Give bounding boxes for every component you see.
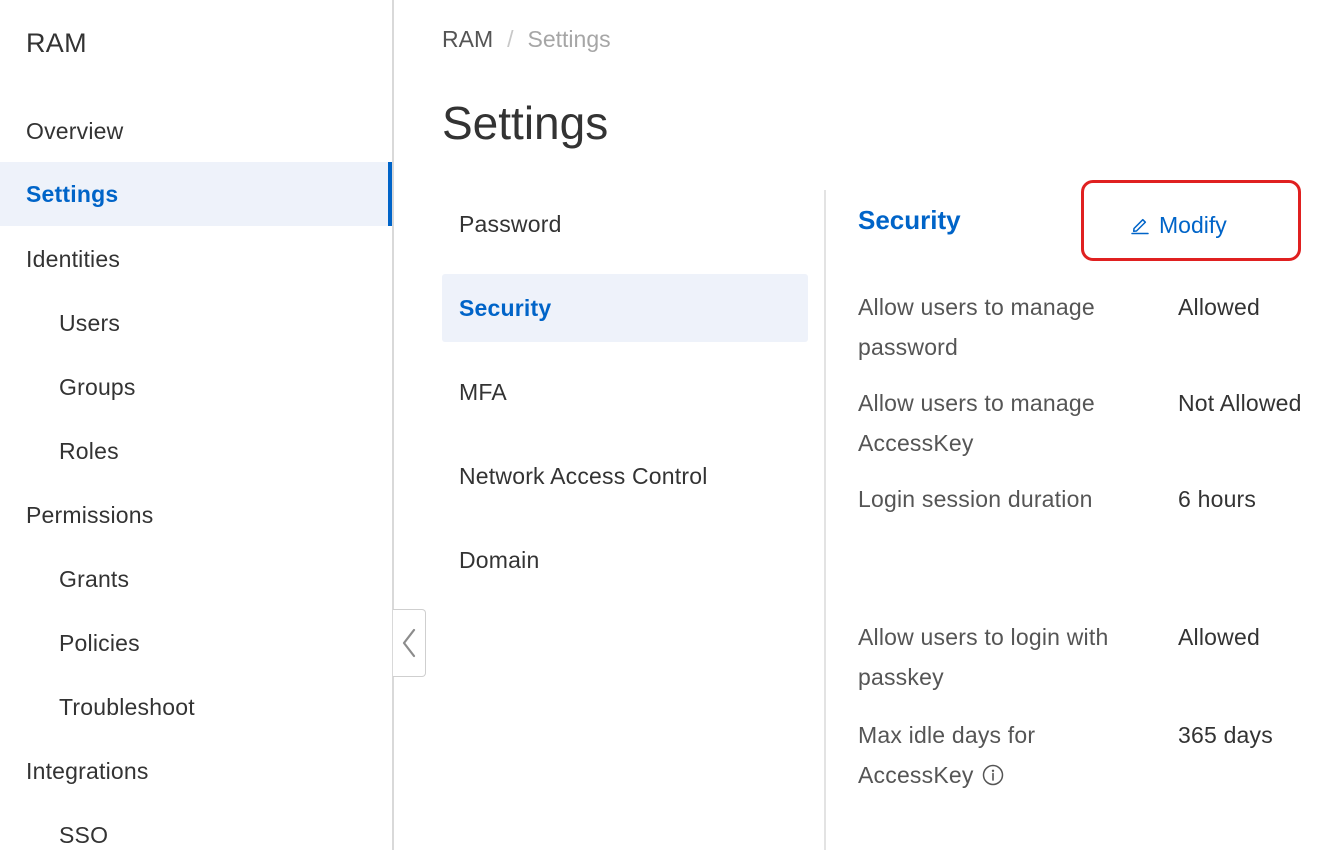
sidebar-item-sso[interactable]: SSO	[0, 803, 392, 850]
info-icon[interactable]	[982, 764, 1004, 786]
chevron-left-icon	[402, 628, 416, 658]
setting-value-max-idle-days: 365 days	[1178, 722, 1273, 748]
sidebar-item-groups[interactable]: Groups	[0, 355, 392, 419]
sidebar-divider	[392, 0, 394, 850]
sidebar-item-policies[interactable]: Policies	[0, 611, 392, 675]
security-section-title: Security	[858, 205, 961, 235]
breadcrumb: RAM / Settings	[442, 26, 611, 53]
modify-button-label: Modify	[1159, 211, 1227, 238]
tab-network-access-control[interactable]: Network Access Control	[442, 442, 808, 510]
tab-domain[interactable]: Domain	[442, 526, 808, 594]
sidebar-item-integrations[interactable]: Integrations	[0, 739, 392, 803]
setting-label-max-idle-days-text: Max idle days for AccessKey	[858, 722, 1036, 788]
setting-value-session-duration: 6 hours	[1178, 486, 1257, 512]
tab-mfa[interactable]: MFA	[442, 358, 808, 426]
setting-label-max-idle-days: Max idle days for AccessKey	[858, 715, 1058, 795]
sidebar-item-identities[interactable]: Identities	[0, 227, 392, 291]
setting-value-passkey-login: Allowed	[1178, 624, 1260, 650]
sidebar-item-grants[interactable]: Grants	[0, 547, 392, 611]
tab-password[interactable]: Password	[442, 190, 808, 258]
sidebar-item-users[interactable]: Users	[0, 291, 392, 355]
breadcrumb-current: Settings	[527, 26, 611, 52]
tab-security[interactable]: Security	[442, 274, 808, 342]
content-divider	[824, 190, 826, 850]
setting-label-manage-password: Allow users to manage password	[858, 294, 1095, 360]
modify-button[interactable]: Modify	[1130, 210, 1227, 240]
setting-value-manage-accesskey: Not Allowed	[1178, 390, 1302, 416]
breadcrumb-separator: /	[507, 26, 514, 52]
setting-label-session-duration: Login session duration	[858, 486, 1093, 512]
sidebar-title: RAM	[26, 28, 87, 58]
setting-label-manage-accesskey: Allow users to manage AccessKey	[858, 390, 1095, 456]
setting-value-manage-password: Allowed	[1178, 294, 1260, 320]
sidebar-item-troubleshoot[interactable]: Troubleshoot	[0, 675, 392, 739]
page-title: Settings	[442, 97, 609, 149]
sidebar-item-permissions[interactable]: Permissions	[0, 483, 392, 547]
setting-label-passkey-login: Allow users to login with passkey	[858, 624, 1109, 690]
sidebar-item-roles[interactable]: Roles	[0, 419, 392, 483]
sidebar-item-overview[interactable]: Overview	[0, 99, 392, 163]
sidebar-collapse-button[interactable]	[393, 609, 426, 677]
breadcrumb-root-link[interactable]: RAM	[442, 26, 493, 53]
sidebar: RAM Overview Settings Identities Users G…	[0, 0, 392, 850]
pencil-icon	[1131, 218, 1149, 235]
sidebar-item-settings[interactable]: Settings	[0, 162, 392, 226]
